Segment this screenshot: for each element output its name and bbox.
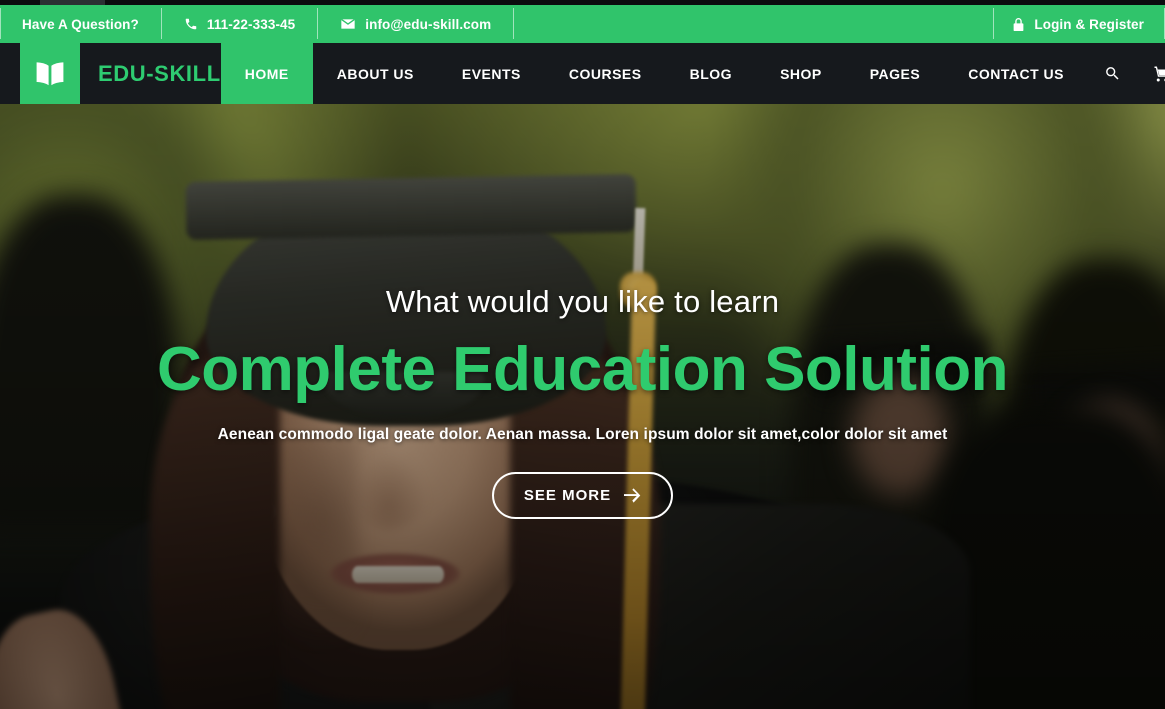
hero-description: Aenean commodo ligal geate dolor. Aenan …: [217, 426, 948, 444]
search-icon[interactable]: [1088, 43, 1137, 104]
top-info-bar: Have A Question? 111-22-333-45 info@edu-…: [0, 5, 1165, 43]
nav-item-shop[interactable]: SHOP: [756, 43, 846, 104]
nav-item-blog-label: BLOG: [689, 65, 733, 82]
nav-item-contact-us-label: CONTACT US: [968, 65, 1064, 82]
nav-item-events-label: EVENTS: [461, 65, 521, 82]
brand-label: EDU-SKILL: [98, 60, 221, 86]
main-navigation-bar: EDU-SKILL HOME ABOUT US EVENTS COURSES B…: [0, 43, 1165, 104]
hero-banner: What would you like to learn Complete Ed…: [0, 104, 1165, 709]
nav-item-home-label: HOME: [244, 65, 289, 82]
nav-item-courses-label: COURSES: [568, 65, 642, 82]
email-address: info@edu-skill.com: [365, 16, 492, 32]
nav-item-pages[interactable]: PAGES: [846, 43, 944, 104]
mail-icon: [340, 16, 356, 32]
nav-item-blog[interactable]: BLOG: [666, 43, 756, 104]
nav-item-shop-label: SHOP: [780, 65, 822, 82]
hero-subtitle: What would you like to learn: [385, 283, 780, 319]
logo-badge[interactable]: [20, 43, 80, 104]
hero-title: Complete Education Solution: [156, 334, 1009, 404]
phone-number: 111-22-333-45: [206, 16, 296, 32]
lock-icon: [1012, 17, 1025, 32]
have-a-question-label: Have A Question?: [22, 16, 139, 32]
nav-item-about-us-label: ABOUT US: [336, 65, 414, 82]
nav-right-icons: [1088, 43, 1165, 104]
nav-left-pad: [0, 43, 20, 104]
nav-item-contact-us[interactable]: CONTACT US: [944, 43, 1088, 104]
see-more-button[interactable]: SEE MORE: [491, 472, 674, 520]
nav-item-events[interactable]: EVENTS: [438, 43, 545, 104]
nav-links: HOME ABOUT US EVENTS COURSES BLOG SHOP P…: [220, 43, 1088, 104]
login-register-label: Login & Register: [1034, 16, 1144, 32]
phone-item[interactable]: 111-22-333-45: [162, 5, 317, 43]
nav-item-courses[interactable]: COURSES: [545, 43, 666, 104]
email-item[interactable]: info@edu-skill.com: [318, 5, 513, 43]
arrow-right-icon: [624, 488, 641, 503]
hero-content: What would you like to learn Complete Ed…: [0, 104, 1165, 709]
open-book-icon: [33, 60, 67, 88]
nav-item-home[interactable]: HOME: [220, 43, 313, 104]
top-info-bar-left: Have A Question? 111-22-333-45 info@edu-…: [0, 5, 515, 43]
brand-name[interactable]: EDU-SKILL: [80, 43, 221, 104]
page-root: Have A Question? 111-22-333-45 info@edu-…: [0, 0, 1165, 709]
shopping-cart-icon[interactable]: [1137, 43, 1165, 104]
nav-item-pages-label: PAGES: [869, 65, 921, 82]
phone-icon: [184, 17, 198, 31]
login-register-button[interactable]: Login & Register: [994, 5, 1164, 43]
see-more-label: SEE MORE: [523, 487, 612, 505]
nav-item-about-us[interactable]: ABOUT US: [313, 43, 438, 104]
have-a-question-item[interactable]: Have A Question?: [1, 5, 161, 43]
